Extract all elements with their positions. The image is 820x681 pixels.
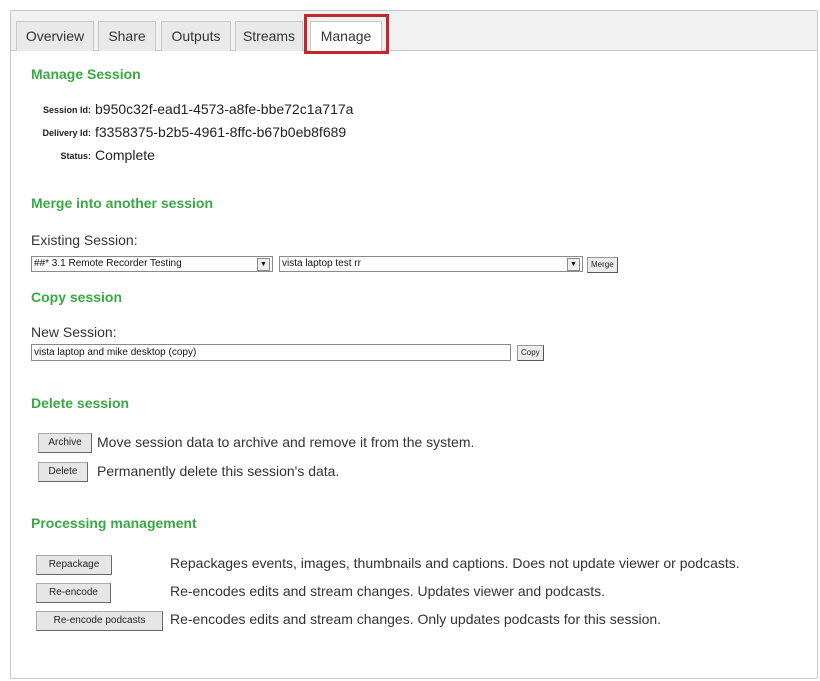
session-id-label: Session Id: xyxy=(42,105,91,115)
delivery-id-value: f3358375-b2b5-4961-8ffc-b67b0eb8f689 xyxy=(95,124,347,140)
archive-button[interactable]: Archive xyxy=(38,433,92,453)
delivery-id-label: Delivery Id: xyxy=(42,128,91,138)
session-id-value: b950c32f-ead1-4573-a8fe-bbe72c1a717a xyxy=(95,101,354,117)
reencode-podcasts-description: Re-encodes edits and stream changes. Onl… xyxy=(170,611,662,627)
tab-share[interactable]: Share xyxy=(98,21,156,51)
delete-button[interactable]: Delete xyxy=(38,462,88,482)
reencode-description: Re-encodes edits and stream changes. Upd… xyxy=(170,583,606,599)
reencode-button[interactable]: Re-encode xyxy=(36,583,111,603)
chevron-down-icon[interactable]: ▼ xyxy=(257,258,270,271)
repackage-button[interactable]: Repackage xyxy=(36,555,112,575)
session-manage-panel: Overview Share Outputs Streams Manage Ma… xyxy=(10,10,818,679)
merge-session-heading: Merge into another session xyxy=(31,195,214,211)
tab-overview[interactable]: Overview xyxy=(16,21,94,51)
status-label: Status: xyxy=(60,151,91,161)
processing-management-heading: Processing management xyxy=(31,515,197,531)
tab-bar: Overview Share Outputs Streams Manage xyxy=(11,11,817,52)
new-session-label: New Session: xyxy=(31,324,117,340)
tab-outputs[interactable]: Outputs xyxy=(161,21,231,51)
copy-button[interactable]: Copy xyxy=(517,345,544,361)
session-select-value: vista laptop test rr xyxy=(282,258,361,269)
copy-session-heading: Copy session xyxy=(31,289,123,305)
repackage-description: Repackages events, images, thumbnails an… xyxy=(170,555,740,571)
existing-session-label: Existing Session: xyxy=(31,232,138,248)
session-select[interactable]: vista laptop test rr ▼ xyxy=(279,256,583,272)
delete-description: Permanently delete this session's data. xyxy=(97,463,340,479)
new-session-input[interactable]: vista laptop and mike desktop (copy) xyxy=(31,344,511,361)
archive-description: Move session data to archive and remove … xyxy=(97,434,475,450)
delete-session-heading: Delete session xyxy=(31,395,130,411)
chevron-down-icon[interactable]: ▼ xyxy=(567,258,580,271)
manage-tab-highlight xyxy=(304,14,389,54)
folder-select[interactable]: ##* 3.1 Remote Recorder Testing ▼ xyxy=(31,256,273,272)
reencode-podcasts-button[interactable]: Re-encode podcasts xyxy=(36,611,163,631)
manage-session-heading: Manage Session xyxy=(31,66,141,82)
folder-select-value: ##* 3.1 Remote Recorder Testing xyxy=(34,258,182,269)
tab-streams[interactable]: Streams xyxy=(235,21,303,51)
status-value: Complete xyxy=(95,147,155,163)
merge-button[interactable]: Merge xyxy=(587,257,618,273)
